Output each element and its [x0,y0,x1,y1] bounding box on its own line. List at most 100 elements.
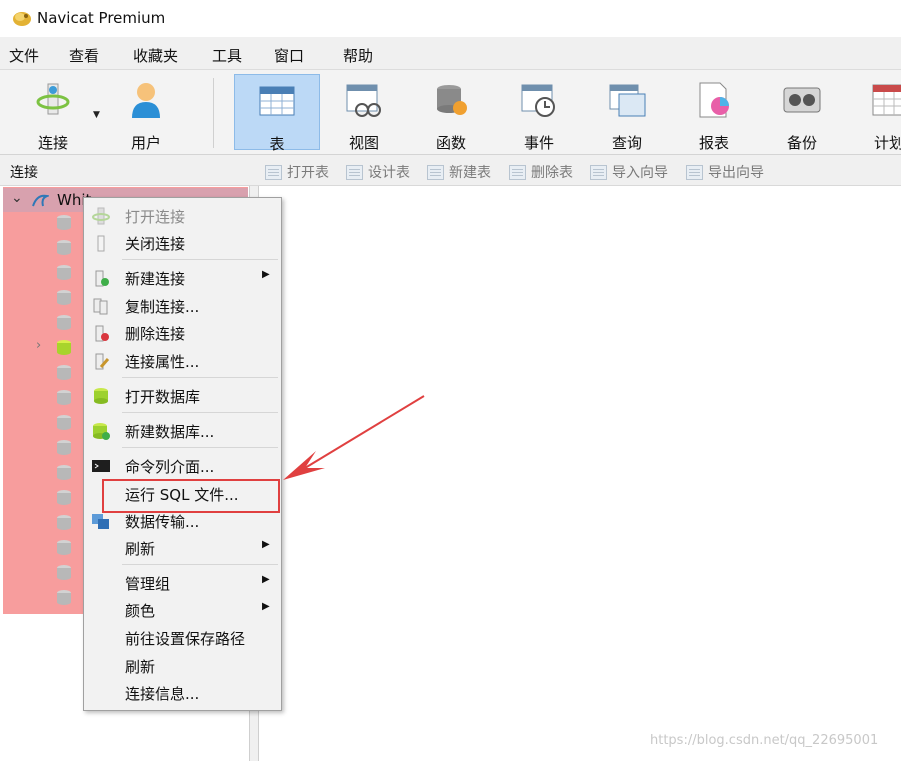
ctx-new-connection[interactable]: 新建连接 ▶ [84,264,281,291]
toolbar-user-button[interactable]: 用户 [103,74,189,152]
console-icon [92,460,110,472]
menu-separator [122,447,278,448]
toolbar-function-label: 函数 [435,134,466,152]
object-toolbar: 连接 打开表 设计表 新建表 删除表 导入向导 导出向导 [0,155,901,186]
ctx-connection-properties[interactable]: 连接属性... [84,347,281,374]
database-node-icon[interactable] [56,489,72,506]
open-table-button[interactable]: 打开表 [265,162,329,182]
expand-chevron-icon[interactable]: › [36,338,41,353]
table-icon [257,81,297,121]
new-connection-icon [95,270,109,287]
menu-view[interactable]: 查看 [69,45,99,66]
ctx-open-connection[interactable]: 打开连接 [84,202,281,229]
collapse-chevron-icon[interactable]: ⌄ [11,190,23,206]
design-table-icon [346,164,363,180]
toolbar-event-button[interactable]: 事件 [496,74,582,152]
delete-table-button[interactable]: 删除表 [509,162,573,182]
connection-context-menu: 打开连接 关闭连接 新建连接 ▶ 复制连接... 删除连接 连接属性... 打开… [83,197,282,711]
database-node-icon[interactable] [56,339,72,356]
menu-help[interactable]: 帮助 [343,45,373,66]
connect-dropdown-caret-icon[interactable]: ▼ [93,110,100,120]
database-node-icon[interactable] [56,439,72,456]
export-wizard-button[interactable]: 导出向导 [686,162,764,182]
view-icon [344,80,384,120]
toolbar-function-button[interactable]: 函数 [408,74,494,152]
menu-file[interactable]: 文件 [9,45,39,66]
toolbar-report-label: 报表 [698,134,729,152]
ctx-copy-connection[interactable]: 复制连接... [84,292,281,319]
import-wizard-button[interactable]: 导入向导 [590,162,668,182]
toolbar-connect-button[interactable]: 连接 [10,74,96,152]
ctx-delete-connection[interactable]: 删除连接 [84,319,281,346]
ctx-new-database[interactable]: 新建数据库... [84,417,281,444]
import-wizard-icon [590,164,607,180]
title-bar: Navicat Premium [0,0,901,37]
design-table-button[interactable]: 设计表 [346,162,410,182]
toolbar-view-button[interactable]: 视图 [321,74,407,152]
database-node-icon[interactable] [56,539,72,556]
submenu-arrow-icon: ▶ [262,574,270,585]
function-icon [431,80,471,120]
menu-separator [122,412,278,413]
database-node-icon[interactable] [56,464,72,481]
submenu-arrow-icon: ▶ [262,269,270,280]
close-connection-icon [97,235,105,252]
menu-favorites[interactable]: 收藏夹 [133,45,178,66]
app-title: Navicat Premium [37,9,166,27]
ctx-manage-group[interactable]: 管理组 ▶ [84,569,281,596]
toolbar-table-button[interactable]: 表 [234,74,320,153]
event-icon [519,80,559,120]
ctx-goto-save-path[interactable]: 前往设置保存路径 [84,624,281,651]
database-node-icon[interactable] [56,239,72,256]
database-node-icon[interactable] [56,514,72,531]
toolbar-query-button[interactable]: 查询 [584,74,670,152]
object-list-area[interactable] [260,186,901,761]
connection-properties-icon [95,353,110,370]
database-node-icon[interactable] [56,264,72,281]
ctx-close-connection[interactable]: 关闭连接 [84,229,281,256]
menu-separator [122,259,278,260]
menu-window[interactable]: 窗口 [274,45,304,66]
database-node-icon[interactable] [56,389,72,406]
mysql-connection-icon [32,194,49,207]
menu-tools[interactable]: 工具 [212,45,242,66]
toolbar-query-label: 查询 [611,134,642,152]
open-database-icon [94,388,108,404]
annotation-highlight-box [102,479,280,513]
database-node-icon[interactable] [56,289,72,306]
ctx-refresh-submenu[interactable]: 刷新 ▶ [84,534,281,561]
new-database-icon [93,423,110,440]
database-node-icon[interactable] [56,364,72,381]
open-connection-icon [92,207,110,225]
toolbar-view-label: 视图 [348,134,379,152]
ctx-color[interactable]: 颜色 ▶ [84,596,281,623]
database-node-icon[interactable] [56,314,72,331]
user-icon [126,80,166,120]
toolbar-backup-button[interactable]: 备份 [759,74,845,152]
database-node-icon[interactable] [56,214,72,231]
database-node-icon[interactable] [56,589,72,606]
query-icon [607,80,647,120]
toolbar-backup-label: 备份 [786,134,817,152]
ctx-open-database[interactable]: 打开数据库 [84,382,281,409]
toolbar-schedule-label: 计划 [873,134,901,152]
new-table-button[interactable]: 新建表 [427,162,491,182]
delete-table-icon [509,164,526,180]
toolbar-schedule-button[interactable]: 计划 [846,74,901,152]
ctx-command-line[interactable]: 命令列介面... [84,452,281,479]
connect-icon [33,80,73,120]
watermark: https://blog.csdn.net/qq_22695001 [650,733,879,748]
database-node-icon[interactable] [56,564,72,581]
toolbar-report-button[interactable]: 报表 [671,74,757,152]
delete-connection-icon [95,325,109,342]
open-table-icon [265,164,282,180]
navicat-logo-icon [13,12,31,26]
ctx-connection-info[interactable]: 连接信息... [84,679,281,706]
menu-separator [122,377,278,378]
schedule-icon [869,80,901,120]
menu-bar: 文件 查看 收藏夹 工具 窗口 帮助 [0,37,901,70]
database-node-icon[interactable] [56,414,72,431]
ctx-refresh[interactable]: 刷新 [84,652,281,679]
data-transfer-icon [92,514,109,529]
toolbar-connect-label: 连接 [37,134,68,152]
